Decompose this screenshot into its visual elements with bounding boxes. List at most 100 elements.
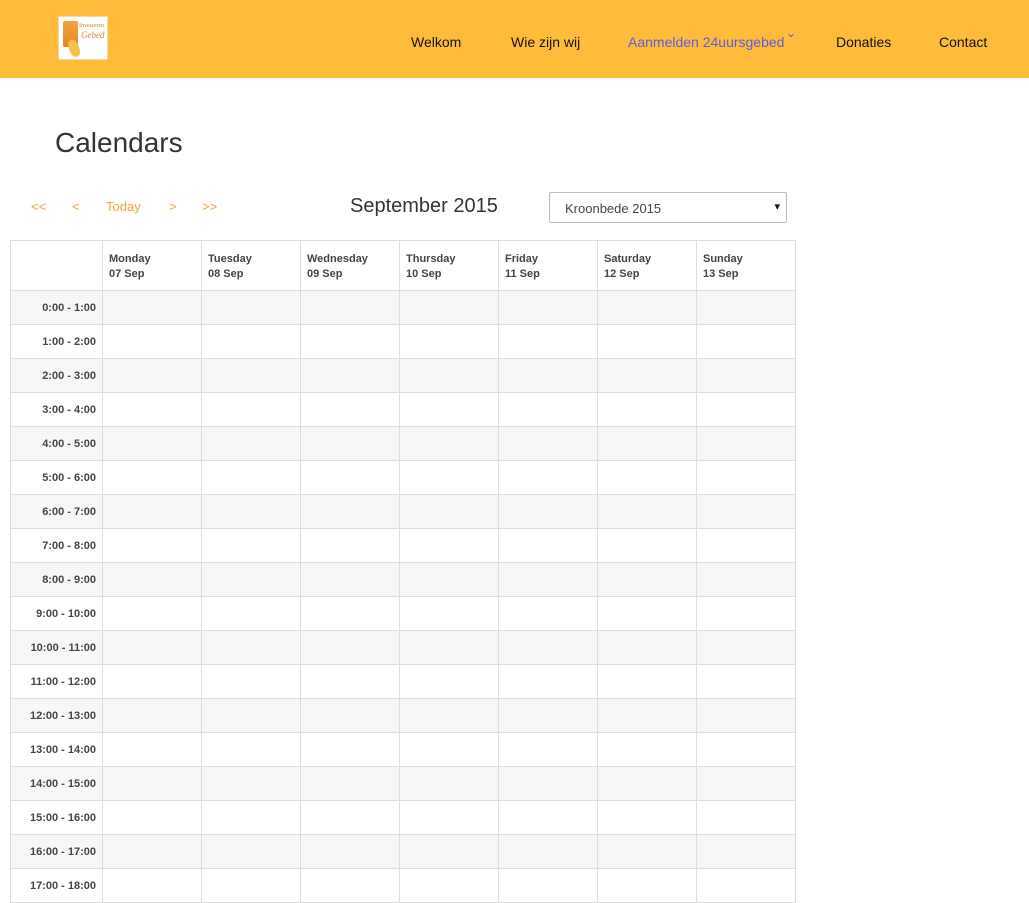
nav-contact[interactable]: Contact: [939, 34, 987, 50]
calendar-slot-cell[interactable]: [696, 426, 796, 461]
calendar-slot-cell[interactable]: [399, 596, 499, 631]
calendar-slot-cell[interactable]: [696, 868, 796, 903]
calendar-slot-cell[interactable]: [300, 290, 400, 325]
calendar-slot-cell[interactable]: [102, 630, 202, 665]
calendar-slot-cell[interactable]: [498, 290, 598, 325]
calendar-slot-cell[interactable]: [102, 426, 202, 461]
calendar-slot-cell[interactable]: [498, 392, 598, 427]
calendar-slot-cell[interactable]: [300, 698, 400, 733]
calendar-slot-cell[interactable]: [201, 630, 301, 665]
calendar-slot-cell[interactable]: [102, 868, 202, 903]
nav-aanmelden-24uursgebed[interactable]: Aanmelden 24uursgebed: [628, 34, 784, 50]
calendar-slot-cell[interactable]: [696, 358, 796, 393]
calendar-slot-cell[interactable]: [498, 460, 598, 495]
calendar-slot-cell[interactable]: [201, 290, 301, 325]
calendar-slot-cell[interactable]: [597, 562, 697, 597]
calendar-slot-cell[interactable]: [498, 698, 598, 733]
calendar-slot-cell[interactable]: [696, 290, 796, 325]
calendar-slot-cell[interactable]: [498, 732, 598, 767]
calendar-slot-cell[interactable]: [399, 800, 499, 835]
calendar-slot-cell[interactable]: [300, 358, 400, 393]
calendar-slot-cell[interactable]: [597, 290, 697, 325]
calendar-slot-cell[interactable]: [498, 324, 598, 359]
calendar-slot-cell[interactable]: [102, 392, 202, 427]
calendar-slot-cell[interactable]: [399, 834, 499, 869]
calendar-slot-cell[interactable]: [696, 800, 796, 835]
calendar-slot-cell[interactable]: [399, 426, 499, 461]
calendar-slot-cell[interactable]: [399, 732, 499, 767]
calendar-slot-cell[interactable]: [597, 868, 697, 903]
calendar-slot-cell[interactable]: [201, 324, 301, 359]
calendar-slot-cell[interactable]: [201, 392, 301, 427]
calendar-slot-cell[interactable]: [102, 358, 202, 393]
calendar-slot-cell[interactable]: [696, 732, 796, 767]
calendar-slot-cell[interactable]: [399, 460, 499, 495]
calendar-slot-cell[interactable]: [300, 834, 400, 869]
calendar-slot-cell[interactable]: [201, 494, 301, 529]
calendar-slot-cell[interactable]: [300, 800, 400, 835]
calendar-slot-cell[interactable]: [696, 562, 796, 597]
calendar-slot-cell[interactable]: [201, 358, 301, 393]
calendar-slot-cell[interactable]: [102, 528, 202, 563]
calendar-slot-cell[interactable]: [399, 868, 499, 903]
calendar-slot-cell[interactable]: [696, 596, 796, 631]
calendar-slot-cell[interactable]: [102, 834, 202, 869]
calendar-slot-cell[interactable]: [597, 800, 697, 835]
calendar-slot-cell[interactable]: [696, 664, 796, 699]
calendar-slot-cell[interactable]: [597, 426, 697, 461]
calendar-slot-cell[interactable]: [102, 596, 202, 631]
calendar-slot-cell[interactable]: [201, 426, 301, 461]
prev-year-button[interactable]: <<: [31, 199, 46, 214]
calendar-slot-cell[interactable]: [201, 596, 301, 631]
calendar-slot-cell[interactable]: [399, 630, 499, 665]
calendar-slot-cell[interactable]: [597, 324, 697, 359]
calendar-slot-cell[interactable]: [498, 766, 598, 801]
calendar-slot-cell[interactable]: [201, 664, 301, 699]
calendar-slot-cell[interactable]: [498, 358, 598, 393]
calendar-slot-cell[interactable]: [498, 834, 598, 869]
calendar-slot-cell[interactable]: [498, 630, 598, 665]
calendar-slot-cell[interactable]: [201, 698, 301, 733]
chevron-down-icon[interactable]: ⌄: [786, 26, 796, 40]
calendar-slot-cell[interactable]: [300, 494, 400, 529]
calendar-slot-cell[interactable]: [300, 732, 400, 767]
calendar-slot-cell[interactable]: [201, 732, 301, 767]
calendar-slot-cell[interactable]: [597, 460, 697, 495]
calendar-slot-cell[interactable]: [399, 562, 499, 597]
calendar-slot-cell[interactable]: [399, 766, 499, 801]
calendar-slot-cell[interactable]: [102, 766, 202, 801]
calendar-slot-cell[interactable]: [102, 562, 202, 597]
calendar-slot-cell[interactable]: [102, 732, 202, 767]
calendar-slot-cell[interactable]: [498, 800, 598, 835]
calendar-slot-cell[interactable]: [597, 358, 697, 393]
calendar-slot-cell[interactable]: [597, 392, 697, 427]
calendar-slot-cell[interactable]: [597, 494, 697, 529]
calendar-slot-cell[interactable]: [399, 392, 499, 427]
calendar-slot-cell[interactable]: [696, 698, 796, 733]
nav-wie-zijn-wij[interactable]: Wie zijn wij: [511, 34, 580, 50]
calendar-slot-cell[interactable]: [300, 664, 400, 699]
calendar-slot-cell[interactable]: [102, 324, 202, 359]
calendar-slot-cell[interactable]: [696, 392, 796, 427]
calendar-slot-cell[interactable]: [102, 494, 202, 529]
today-button[interactable]: Today: [106, 199, 141, 214]
calendar-select[interactable]: Kroonbede 2015 ▾: [549, 192, 787, 223]
calendar-slot-cell[interactable]: [300, 324, 400, 359]
calendar-slot-cell[interactable]: [498, 596, 598, 631]
calendar-slot-cell[interactable]: [102, 460, 202, 495]
calendar-slot-cell[interactable]: [696, 834, 796, 869]
calendar-slot-cell[interactable]: [597, 664, 697, 699]
calendar-slot-cell[interactable]: [696, 460, 796, 495]
calendar-slot-cell[interactable]: [498, 528, 598, 563]
calendar-slot-cell[interactable]: [696, 630, 796, 665]
calendar-slot-cell[interactable]: [300, 392, 400, 427]
calendar-slot-cell[interactable]: [498, 426, 598, 461]
calendar-slot-cell[interactable]: [300, 868, 400, 903]
nav-welkom[interactable]: Welkom: [411, 34, 461, 50]
site-logo[interactable]: Investeren Gebed: [58, 16, 108, 60]
calendar-slot-cell[interactable]: [597, 766, 697, 801]
calendar-slot-cell[interactable]: [399, 528, 499, 563]
calendar-slot-cell[interactable]: [597, 698, 697, 733]
calendar-slot-cell[interactable]: [696, 766, 796, 801]
calendar-slot-cell[interactable]: [399, 358, 499, 393]
